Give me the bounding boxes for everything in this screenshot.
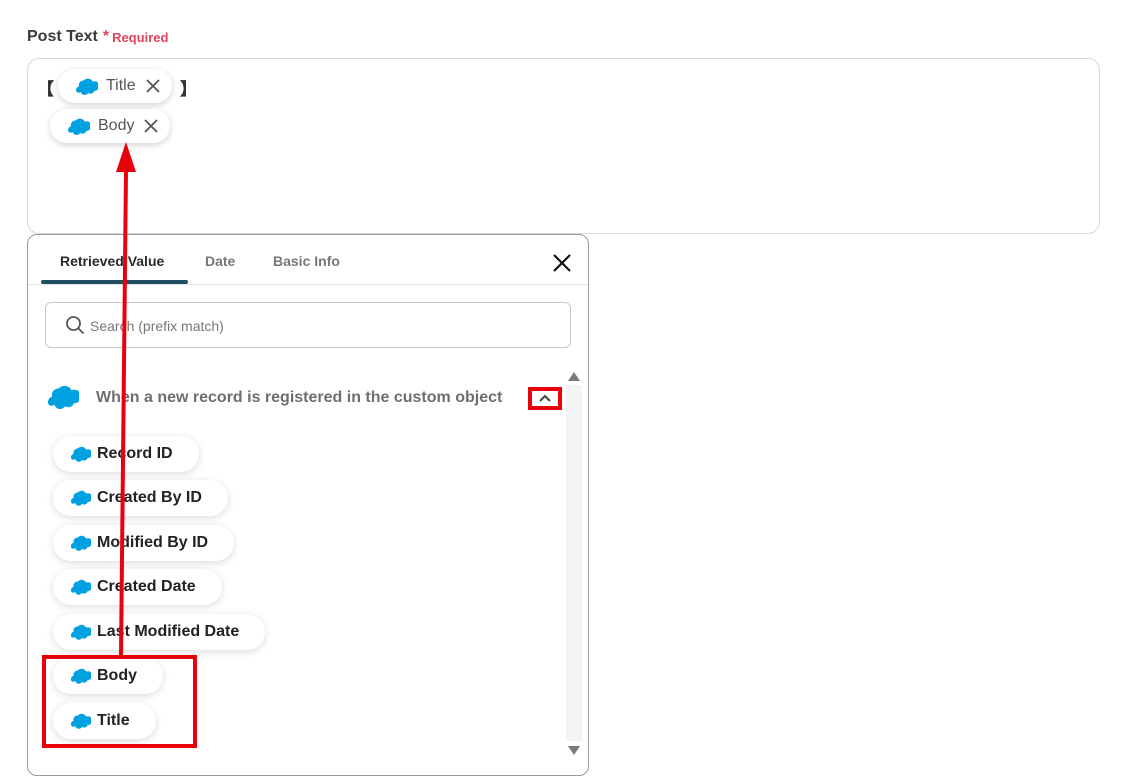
scroll-down-arrow[interactable] <box>568 746 580 755</box>
required-text: Required <box>112 29 169 45</box>
value-item-body[interactable]: Body <box>53 658 163 694</box>
value-item-last-modified-date[interactable]: Last Modified Date <box>53 614 266 650</box>
post-text-editor[interactable]: 【 Title 】 Body <box>27 58 1100 234</box>
tab-bar: Retrieved Value Date Basic Info <box>28 235 588 285</box>
search-box <box>45 302 571 349</box>
value-item-created-date[interactable]: Created Date <box>53 569 222 605</box>
active-tab-indicator <box>41 280 188 284</box>
editor-chip-body[interactable]: Body <box>50 109 171 143</box>
chip-label: Body <box>98 117 135 134</box>
item-label: Title <box>97 712 130 729</box>
salesforce-cloud-icon <box>66 118 90 135</box>
value-item-created-by-id[interactable]: Created By ID <box>53 480 228 516</box>
tab-retrieved-value[interactable]: Retrieved Value <box>60 253 164 269</box>
value-item-title[interactable]: Title <box>53 703 156 739</box>
salesforce-cloud-icon <box>69 668 91 684</box>
chevron-up-icon[interactable] <box>536 391 554 405</box>
remove-chip-icon[interactable] <box>144 119 159 133</box>
value-item-modified-by-id[interactable]: Modified By ID <box>53 525 235 561</box>
salesforce-cloud-icon <box>69 446 91 462</box>
open-bracket: 【 <box>37 80 54 99</box>
item-label: Modified By ID <box>97 534 209 551</box>
chip-label: Title <box>106 77 136 94</box>
item-label: Created Date <box>97 578 196 595</box>
salesforce-cloud-icon <box>69 535 91 551</box>
close-icon[interactable] <box>550 251 574 275</box>
salesforce-cloud-icon <box>69 490 91 506</box>
salesforce-cloud-icon <box>69 624 91 640</box>
salesforce-cloud-icon <box>69 713 91 729</box>
item-label: Last Modified Date <box>97 623 240 640</box>
remove-chip-icon[interactable] <box>146 79 160 93</box>
salesforce-cloud-icon <box>69 579 91 595</box>
value-item-record-id[interactable]: Record ID <box>53 436 199 472</box>
salesforce-cloud-icon <box>74 78 98 95</box>
field-label-text: Post Text <box>27 28 98 45</box>
search-input[interactable] <box>88 303 562 349</box>
close-bracket: 】 <box>180 80 197 99</box>
required-star: * <box>102 28 110 45</box>
scroll-up-arrow[interactable] <box>568 372 580 381</box>
item-label: Body <box>97 667 137 684</box>
item-label: Record ID <box>97 445 173 462</box>
post-text-label: Post Text * Required <box>27 28 168 46</box>
editor-chip-title[interactable]: Title <box>58 69 172 103</box>
salesforce-cloud-icon <box>45 385 79 409</box>
search-icon <box>66 316 85 335</box>
tab-date[interactable]: Date <box>205 253 235 269</box>
tab-basic-info[interactable]: Basic Info <box>273 253 340 269</box>
scrollbar-track[interactable] <box>566 385 582 741</box>
item-label: Created By ID <box>97 489 202 506</box>
section-title: When a new record is registered in the c… <box>96 389 503 406</box>
value-picker-panel: Retrieved Value Date Basic Info When a n… <box>27 234 589 776</box>
